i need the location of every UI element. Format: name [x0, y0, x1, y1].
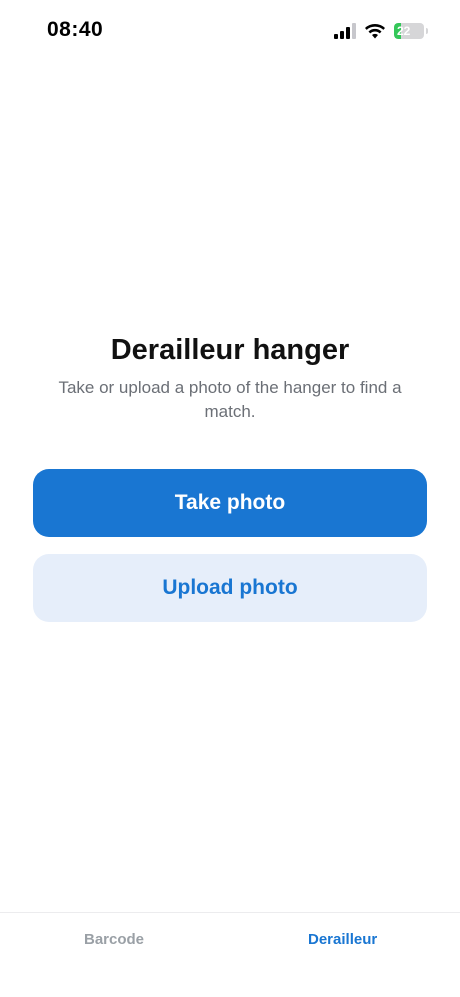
take-photo-button[interactable]: Take photo [33, 469, 427, 537]
status-time: 08:40 [47, 18, 104, 41]
status-bar: 08:40 22 [0, 0, 460, 60]
page-subtitle: Take or upload a photo of the hanger to … [58, 378, 402, 421]
battery-cap [426, 28, 428, 34]
page-title: Derailleur hanger [110, 334, 350, 366]
wifi-icon [365, 24, 385, 39]
status-icons: 22 [334, 21, 428, 41]
main-content: Derailleur hanger Take or upload a photo… [0, 330, 460, 622]
battery-level: 22 [397, 24, 411, 38]
battery-charging-icon: 22 [394, 23, 424, 39]
upload-photo-button[interactable]: Upload photo [33, 554, 427, 622]
tab-derailleur[interactable]: Derailleur [308, 931, 377, 948]
tab-barcode[interactable]: Barcode [84, 931, 144, 948]
cellular-signal-icon [334, 23, 356, 39]
tab-bar: Barcode Derailleur [0, 912, 460, 997]
